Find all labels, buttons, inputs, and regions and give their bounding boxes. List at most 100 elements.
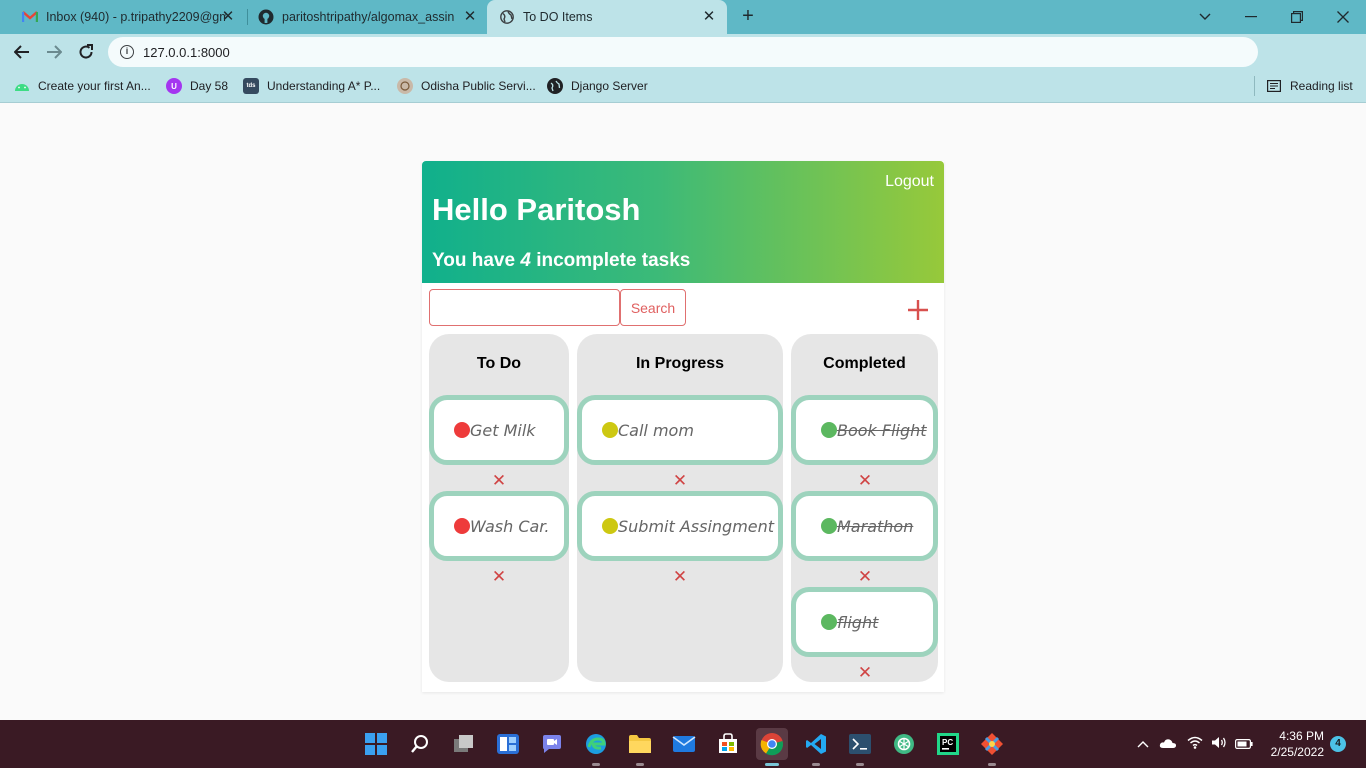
terminal-button[interactable] bbox=[844, 728, 876, 766]
task-card[interactable]: Book Flight bbox=[791, 395, 938, 465]
logout-link[interactable]: Logout bbox=[885, 173, 934, 191]
task-label: Submit Assingment bbox=[618, 516, 775, 536]
system-clock[interactable]: 4:36 PM 2/25/2022 bbox=[1262, 728, 1324, 760]
vscode-button[interactable] bbox=[800, 728, 832, 766]
bookmarks-bar: Create your first An... U Day 58 tds Und… bbox=[0, 70, 1366, 103]
column-title: Completed bbox=[823, 355, 906, 372]
tab-title: Inbox (940) - p.tripathy2209@gm bbox=[46, 10, 226, 24]
clock-time: 4:36 PM bbox=[1279, 729, 1324, 743]
tab-gmail[interactable]: Inbox (940) - p.tripathy2209@gm ✕ bbox=[12, 0, 244, 34]
site-info-icon[interactable]: i bbox=[120, 45, 134, 59]
search-input[interactable] bbox=[429, 289, 620, 326]
column-completed: Completed Book Flight ✕ Marathon ✕ fligh… bbox=[791, 334, 938, 682]
notification-badge[interactable]: 4 bbox=[1330, 736, 1346, 752]
pycharm-button[interactable]: PC bbox=[932, 728, 964, 760]
bookmark-item[interactable]: tds Understanding A* P... bbox=[243, 76, 380, 96]
task-label: Call mom bbox=[618, 420, 694, 440]
store-button[interactable] bbox=[712, 728, 744, 760]
bookmark-label: Django Server bbox=[571, 79, 648, 93]
minimize-button[interactable] bbox=[1228, 0, 1274, 34]
bookmark-item[interactable]: Django Server bbox=[547, 76, 648, 96]
mail-button[interactable] bbox=[668, 728, 700, 760]
close-tab-icon[interactable]: ✕ bbox=[701, 9, 717, 25]
incomplete-summary: You have 4 incomplete tasks bbox=[432, 250, 690, 272]
incomplete-count: 4 bbox=[520, 250, 531, 271]
pycharm-icon: PC bbox=[937, 733, 959, 755]
windows-icon bbox=[365, 733, 387, 755]
running-indicator bbox=[592, 763, 600, 766]
volume-icon[interactable] bbox=[1211, 736, 1227, 752]
delete-task-icon[interactable]: ✕ bbox=[857, 664, 873, 681]
store-icon bbox=[719, 733, 737, 753]
new-tab-button[interactable]: + bbox=[737, 5, 759, 27]
delete-task-icon[interactable]: ✕ bbox=[491, 472, 507, 489]
browser-tab-strip: Inbox (940) - p.tripathy2209@gm ✕ parito… bbox=[0, 0, 1366, 34]
chatgpt-button[interactable] bbox=[888, 728, 920, 760]
start-button[interactable] bbox=[360, 728, 392, 760]
search-taskbar-button[interactable] bbox=[404, 728, 436, 760]
task-label: flight bbox=[837, 612, 879, 632]
tab-todo-items[interactable]: To DO Items ✕ bbox=[487, 0, 727, 34]
bookmark-label: Understanding A* P... bbox=[267, 79, 381, 93]
add-task-button[interactable] bbox=[905, 297, 931, 323]
onedrive-icon[interactable] bbox=[1159, 737, 1177, 752]
back-button[interactable] bbox=[10, 40, 34, 64]
bookmarks-divider bbox=[1254, 76, 1255, 96]
bookmark-item[interactable]: Odisha Public Servi... bbox=[397, 76, 536, 96]
task-card[interactable]: flight bbox=[791, 587, 938, 657]
close-window-button[interactable] bbox=[1320, 0, 1366, 34]
status-dot-yellow bbox=[602, 422, 618, 438]
incomplete-suffix: incomplete tasks bbox=[536, 250, 691, 271]
delete-task-icon[interactable]: ✕ bbox=[857, 472, 873, 489]
task-card[interactable]: Submit Assingment bbox=[577, 491, 783, 561]
mail-icon bbox=[672, 736, 696, 752]
tab-github[interactable]: paritoshtripathy/algomax_assing ✕ bbox=[250, 0, 486, 34]
edge-button[interactable] bbox=[580, 728, 612, 766]
delete-task-icon[interactable]: ✕ bbox=[857, 568, 873, 585]
task-view-button[interactable] bbox=[448, 728, 480, 760]
forward-button[interactable] bbox=[42, 40, 66, 64]
reading-list-button[interactable]: Reading list bbox=[1266, 76, 1353, 96]
greeting-title: Hello Paritosh bbox=[432, 192, 641, 227]
search-button[interactable]: Search bbox=[620, 289, 686, 326]
task-card[interactable]: Get Milk bbox=[429, 395, 569, 465]
bookmark-label: Day 58 bbox=[190, 79, 229, 93]
task-card[interactable]: Wash Car. bbox=[429, 491, 569, 561]
running-indicator bbox=[988, 763, 996, 766]
git-gui-button[interactable] bbox=[976, 728, 1008, 766]
terminal-icon bbox=[849, 734, 871, 754]
chevron-up-icon[interactable] bbox=[1137, 736, 1149, 751]
file-explorer-button[interactable] bbox=[624, 728, 656, 766]
reload-button[interactable] bbox=[74, 40, 98, 64]
address-bar[interactable]: i 127.0.0.1:8000 bbox=[108, 37, 1258, 67]
restore-button[interactable] bbox=[1274, 0, 1320, 34]
status-dot-yellow bbox=[602, 518, 618, 534]
tab-search-chevron-icon[interactable] bbox=[1182, 0, 1228, 34]
task-card[interactable]: Call mom bbox=[577, 395, 783, 465]
teams-chat-button[interactable] bbox=[536, 728, 568, 760]
bookmark-item[interactable]: Create your first An... bbox=[14, 76, 151, 96]
widgets-button[interactable] bbox=[492, 728, 524, 760]
reading-list-label: Reading list bbox=[1290, 79, 1353, 93]
chrome-button[interactable] bbox=[756, 728, 788, 766]
task-label: Wash Car. bbox=[470, 516, 550, 536]
tds-icon: tds bbox=[243, 78, 259, 94]
battery-icon[interactable] bbox=[1235, 737, 1253, 752]
delete-task-icon[interactable]: ✕ bbox=[672, 472, 688, 489]
close-tab-icon[interactable]: ✕ bbox=[462, 9, 478, 25]
status-dot-green bbox=[821, 422, 837, 438]
bookmark-item[interactable]: U Day 58 bbox=[166, 76, 228, 96]
running-indicator bbox=[812, 763, 820, 766]
folder-icon bbox=[629, 735, 651, 753]
column-todo: To Do Get Milk ✕ Wash Car. ✕ bbox=[429, 334, 569, 682]
delete-task-icon[interactable]: ✕ bbox=[491, 568, 507, 585]
github-icon bbox=[258, 9, 274, 25]
wifi-icon[interactable] bbox=[1187, 736, 1203, 752]
column-in-progress: In Progress Call mom ✕ Submit Assingment… bbox=[577, 334, 783, 682]
task-card[interactable]: Marathon bbox=[791, 491, 938, 561]
globe-icon bbox=[547, 78, 563, 94]
column-title: In Progress bbox=[635, 355, 725, 372]
udemy-icon: U bbox=[166, 78, 182, 94]
delete-task-icon[interactable]: ✕ bbox=[672, 568, 688, 585]
close-tab-icon[interactable]: ✕ bbox=[220, 9, 236, 25]
